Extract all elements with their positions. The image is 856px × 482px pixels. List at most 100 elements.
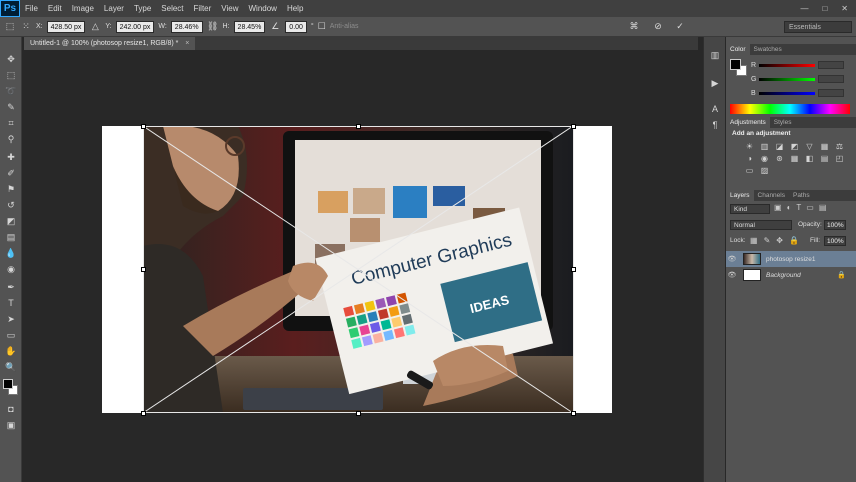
posterize-icon[interactable]: ▤ [819,153,830,163]
menu-image[interactable]: Image [67,4,99,13]
selective-color-icon[interactable]: ▨ [759,165,770,175]
workspace-select[interactable]: Essentials [784,21,852,33]
hand-tool-icon[interactable]: ✋ [4,345,18,357]
pen-tool-icon[interactable]: ✒ [4,281,18,293]
visibility-eye-icon[interactable]: 👁 [726,255,738,263]
menu-layer[interactable]: Layer [99,4,129,13]
delta-icon[interactable]: △ [89,21,101,33]
shape-tool-icon[interactable]: ▭ [4,329,18,341]
transform-handle-ml[interactable] [141,267,146,272]
foreground-color-swatch[interactable] [3,379,13,389]
blue-value-field[interactable] [817,89,844,97]
marquee-tool-icon[interactable]: ⬚ [4,69,18,81]
warp-icon[interactable]: ⌘ [628,21,640,33]
curves-icon[interactable]: ◪ [774,141,785,151]
tab-styles[interactable]: Styles [770,117,796,128]
invert-icon[interactable]: ◧ [804,153,815,163]
commit-transform-icon[interactable]: ✓ [674,21,686,33]
channel-mixer-icon[interactable]: ⊛ [774,153,785,163]
eyedropper-tool-icon[interactable]: ⚲ [4,133,18,145]
menu-select[interactable]: Select [156,4,188,13]
red-value-field[interactable] [818,61,845,69]
y-position-field[interactable]: 242.00 px [115,20,155,33]
gradient-tool-icon[interactable]: ▤ [4,231,18,243]
menu-edit[interactable]: Edit [43,4,67,13]
brightness-icon[interactable]: ☀ [744,141,755,151]
transform-bounding-box[interactable] [143,126,575,416]
blend-mode-select[interactable]: Normal [730,220,792,230]
x-position-field[interactable]: 428.50 px [46,20,86,33]
quick-mask-icon[interactable]: ◘ [4,403,18,415]
menu-file[interactable]: File [20,4,43,13]
fg-color-chip[interactable] [730,59,741,70]
layer-filter-kind[interactable]: Kind [730,204,770,214]
lock-all-icon[interactable]: 🔒 [789,236,799,245]
transform-handle-tr[interactable] [571,124,576,129]
gradient-map-icon[interactable]: ▭ [744,165,755,175]
transform-handle-br[interactable] [571,411,576,416]
layer-row-background[interactable]: 👁 Background 🔒 [726,267,856,283]
transform-handle-mr[interactable] [571,267,576,272]
tab-channels[interactable]: Channels [754,190,789,201]
filter-smart-icon[interactable]: ▤ [819,203,827,212]
color-spectrum[interactable] [730,104,850,114]
menu-view[interactable]: View [216,4,243,13]
lock-transparent-icon[interactable]: ▦ [750,236,758,245]
minimize-button[interactable]: — [800,4,808,13]
lock-position-icon[interactable]: ✥ [776,236,783,245]
eraser-tool-icon[interactable]: ◩ [4,215,18,227]
transform-handle-tl[interactable] [141,124,146,129]
antialias-checkbox-icon[interactable]: ☐ [318,21,326,33]
menu-filter[interactable]: Filter [189,4,217,13]
tab-adjustments[interactable]: Adjustments [726,117,770,128]
lasso-tool-icon[interactable]: ➰ [4,85,18,97]
cancel-transform-icon[interactable]: ⊘ [652,21,664,33]
hue-saturation-icon[interactable]: ▦ [819,141,830,151]
transform-handle-bl[interactable] [141,411,146,416]
black-white-icon[interactable]: ◑ [744,153,755,163]
filter-type-icon[interactable]: T [796,203,801,212]
blue-slider[interactable] [758,91,815,95]
exposure-icon[interactable]: ◩ [789,141,800,151]
type-tool-icon[interactable]: T [4,297,18,309]
threshold-icon[interactable]: ◰ [834,153,845,163]
filter-shape-icon[interactable]: ▭ [806,203,814,212]
menu-type[interactable]: Type [129,4,156,13]
history-panel-icon[interactable]: ▥ [708,49,722,61]
filter-adjustment-icon[interactable]: ◐ [787,203,792,212]
lock-image-icon[interactable]: ✎ [764,236,771,245]
dodge-tool-icon[interactable]: ◉ [4,263,18,275]
transform-handle-bc[interactable] [356,411,361,416]
angle-field[interactable]: 0.00 [285,20,307,33]
brush-tool-icon[interactable]: ✐ [4,167,18,179]
actions-panel-icon[interactable]: ▶ [708,77,722,89]
fill-field[interactable]: 100% [824,236,846,246]
menu-help[interactable]: Help [282,4,308,13]
menu-window[interactable]: Window [244,4,282,13]
tab-color[interactable]: Color [726,44,750,55]
zoom-tool-icon[interactable]: 🔍 [4,361,18,373]
paragraph-panel-icon[interactable]: ¶ [708,119,722,131]
stamp-tool-icon[interactable]: ⚑ [4,183,18,195]
tab-close-icon[interactable]: × [185,40,189,47]
close-button[interactable]: ✕ [841,4,848,13]
vibrance-icon[interactable]: ▽ [804,141,815,151]
healing-tool-icon[interactable]: ✚ [4,151,18,163]
path-select-tool-icon[interactable]: ➤ [4,313,18,325]
reference-point-icon[interactable]: ⁙ [20,21,32,33]
history-brush-tool-icon[interactable]: ↺ [4,199,18,211]
tab-paths[interactable]: Paths [789,190,814,201]
link-icon[interactable]: ⛓ [207,21,219,33]
red-slider[interactable] [759,63,816,67]
tab-swatches[interactable]: Swatches [750,44,786,55]
quick-select-tool-icon[interactable]: ✎ [4,101,18,113]
green-slider[interactable] [759,77,816,81]
green-value-field[interactable] [818,75,845,83]
tab-layers[interactable]: Layers [726,190,754,201]
opacity-field[interactable]: 100% [824,220,846,230]
width-field[interactable]: 28.46% [170,20,203,33]
visibility-eye-icon[interactable]: 👁 [726,271,738,279]
crop-tool-icon[interactable]: ⌗ [4,117,18,129]
character-panel-icon[interactable]: A [708,103,722,115]
layer-row-photosop-resize1[interactable]: 👁 photosop resize1 [726,251,856,267]
